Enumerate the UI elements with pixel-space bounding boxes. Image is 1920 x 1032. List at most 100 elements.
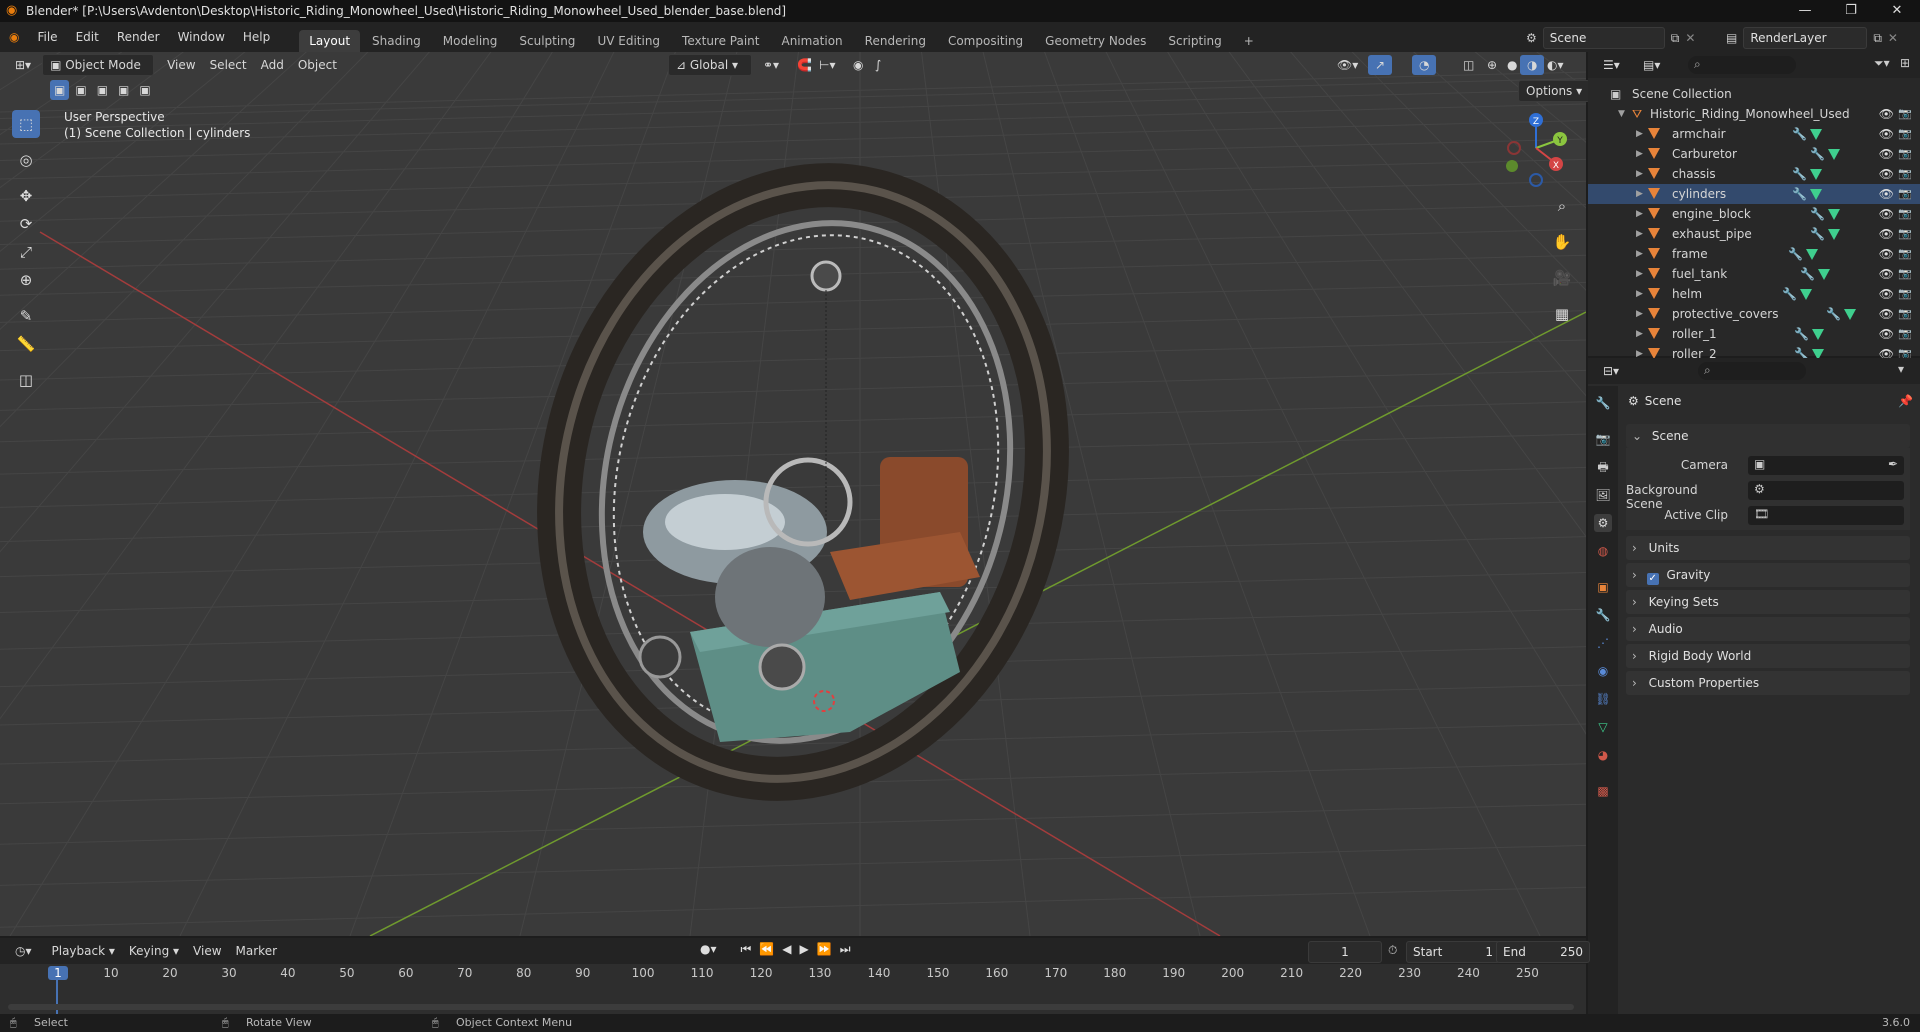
visibility-eye-icon[interactable]: 👁 [1879,144,1894,164]
modifier-wrench-icon[interactable]: 🔧 [1826,304,1841,324]
object-expand-icon[interactable]: ▶ [1636,204,1643,224]
modifier-wrench-icon[interactable]: 🔧 [1782,284,1797,304]
viewport-menu-object[interactable]: Object [291,55,344,75]
properties-options-icon[interactable]: ▾ [1898,362,1904,376]
jump-end-icon[interactable]: ⏭ [840,942,851,957]
menu-render[interactable]: Render [108,22,169,52]
output-tab-icon[interactable]: 🖶 [1594,458,1612,476]
scene-selector[interactable]: Scene [1542,27,1665,49]
eyedropper-icon[interactable]: ✒ [1888,457,1898,471]
camera-field[interactable]: ▣ ✒ [1748,456,1904,475]
outliner-object-row[interactable]: ▶ armchair 🔧 👁 📷 [1588,124,1920,144]
collection-visibility-eye-icon[interactable]: 👁 [1879,104,1894,124]
proportional-edit-icon[interactable]: ◉ [846,55,870,75]
render-camera-icon[interactable]: 📷 [1898,324,1912,344]
cursor-tool-icon[interactable]: ◎ [12,146,40,174]
render-camera-icon[interactable]: 📷 [1898,124,1912,144]
move-tool-icon[interactable]: ✥ [12,182,40,210]
transform-tool-icon[interactable]: ⊕ [12,266,40,294]
render-camera-icon[interactable]: 📷 [1898,164,1912,184]
modifier-wrench-icon[interactable]: 🔧 [1792,184,1807,204]
modifier-wrench-icon[interactable]: 🔧 [1810,224,1825,244]
blender-menu-icon[interactable]: ◉ [0,22,28,52]
collection-render-camera-icon[interactable]: 📷 [1898,104,1912,124]
outliner-object-row[interactable]: ▶ engine_block 🔧 👁 📷 [1588,204,1920,224]
scene-tab-icon[interactable]: ⚙ [1594,514,1612,532]
units-panel-header[interactable]: › Units [1626,536,1910,560]
visibility-eye-icon[interactable]: 👁 [1879,324,1894,344]
jump-keyframe-back-icon[interactable]: ⏪ [759,942,774,957]
overlay-toggle-icon[interactable]: ◔ [1412,55,1437,75]
tab-sculpting[interactable]: Sculpting [509,30,585,52]
particles-tab-icon[interactable]: ⋰ [1594,634,1612,652]
object-expand-icon[interactable]: ▶ [1636,284,1643,304]
pin-icon[interactable]: 📌 [1898,394,1913,408]
outliner-object-row[interactable]: ▶ roller_1 🔧 👁 📷 [1588,324,1920,344]
gizmo-toggle-icon[interactable]: ↗ [1368,55,1393,75]
outliner-object-row[interactable]: ▶ cylinders 🔧 👁 📷 [1588,184,1920,204]
viewport-menu-add[interactable]: Add [254,55,291,75]
mesh-data-icon[interactable] [1818,269,1830,280]
rigid-body-world-panel-header[interactable]: › Rigid Body World [1626,644,1910,668]
ortho-grid-icon[interactable]: ▦ [1548,300,1576,328]
outliner-scene-collection[interactable]: ▣ Scene Collection [1588,84,1920,104]
properties-search-input[interactable]: ⌕ [1698,362,1806,380]
constraints-tab-icon[interactable]: ⛓ [1594,690,1612,708]
playback-menu[interactable]: Playback ▾ [45,941,122,961]
mesh-data-icon[interactable] [1828,209,1840,220]
world-tab-icon[interactable]: ◍ [1594,542,1612,560]
object-expand-icon[interactable]: ▶ [1636,144,1643,164]
mesh-data-icon[interactable] [1812,329,1824,340]
tool-tab-icon[interactable]: 🔧 [1594,394,1612,412]
view-layer-tab-icon[interactable]: 🖼 [1594,486,1612,504]
object-expand-icon[interactable]: ▶ [1636,164,1643,184]
mode-selector[interactable]: ▣ Object Mode ▾ [42,54,155,92]
mesh-data-icon[interactable] [1800,289,1812,300]
new-scene-icon[interactable]: ⧉ [1671,31,1680,46]
measure-tool-icon[interactable]: 📏 [12,330,40,358]
visibility-eye-icon[interactable]: 👁 [1879,284,1894,304]
visibility-eye-icon[interactable]: 👁 [1879,184,1894,204]
outliner-object-row[interactable]: ▶ frame 🔧 👁 📷 [1588,244,1920,264]
modifier-wrench-icon[interactable]: 🔧 [1794,324,1809,344]
visibility-selector-icon[interactable]: 👁▾ [1330,55,1365,75]
object-expand-icon[interactable]: ▶ [1636,184,1643,204]
visibility-eye-icon[interactable]: 👁 [1879,164,1894,184]
modifier-wrench-icon[interactable]: 🔧 [1810,204,1825,224]
visibility-eye-icon[interactable]: 👁 [1879,224,1894,244]
outliner-object-row[interactable]: ▶ chassis 🔧 👁 📷 [1588,164,1920,184]
visibility-eye-icon[interactable]: 👁 [1879,264,1894,284]
jump-keyframe-forward-icon[interactable]: ⏩ [817,942,832,957]
render-camera-icon[interactable]: 📷 [1898,244,1912,264]
modifier-wrench-icon[interactable]: 🔧 [1792,124,1807,144]
render-camera-icon[interactable]: 📷 [1898,304,1912,324]
scene-panel-header[interactable]: ⌄ Scene [1626,424,1910,448]
render-camera-icon[interactable]: 📷 [1898,144,1912,164]
minimize-button[interactable]: — [1782,0,1828,22]
collection-expand-icon[interactable]: ▼ [1618,104,1625,124]
render-camera-icon[interactable]: 📷 [1898,184,1912,204]
add-cube-tool-icon[interactable]: ◫ [12,366,40,394]
remove-scene-icon[interactable]: ✕ [1685,31,1695,45]
visibility-eye-icon[interactable]: 👁 [1879,124,1894,144]
visibility-eye-icon[interactable]: 👁 [1879,244,1894,264]
background-scene-field[interactable]: ⚙ [1748,481,1904,500]
preview-range-icon[interactable]: ⏱ [1388,943,1397,958]
pan-hand-icon[interactable]: ✋ [1548,228,1576,256]
object-expand-icon[interactable]: ▶ [1636,324,1643,344]
timeline-editor-type-icon[interactable]: ◷▾ [8,941,39,961]
select-new-icon[interactable]: ▣ [50,80,70,100]
mesh-data-icon[interactable] [1806,249,1818,260]
auto-keying-icon[interactable]: ●▾ [700,942,717,957]
render-camera-icon[interactable]: 📷 [1898,224,1912,244]
marker-menu[interactable]: Marker [229,941,284,961]
tab-uv-editing[interactable]: UV Editing [587,30,670,52]
tab-geometry-nodes[interactable]: Geometry Nodes [1035,30,1156,52]
outliner-collection-row[interactable]: ▼ ⛛ Historic_Riding_Monowheel_Used 👁 📷 [1588,104,1920,124]
mesh-data-icon[interactable] [1810,189,1822,200]
modifier-wrench-icon[interactable]: 🔧 [1792,164,1807,184]
modifier-wrench-icon[interactable]: 🔧 [1788,244,1803,264]
display-mode-icon[interactable]: ▤▾ [1636,55,1667,75]
modifier-tab-icon[interactable]: 🔧 [1594,606,1612,624]
keying-sets-panel-header[interactable]: › Keying Sets [1626,590,1910,614]
